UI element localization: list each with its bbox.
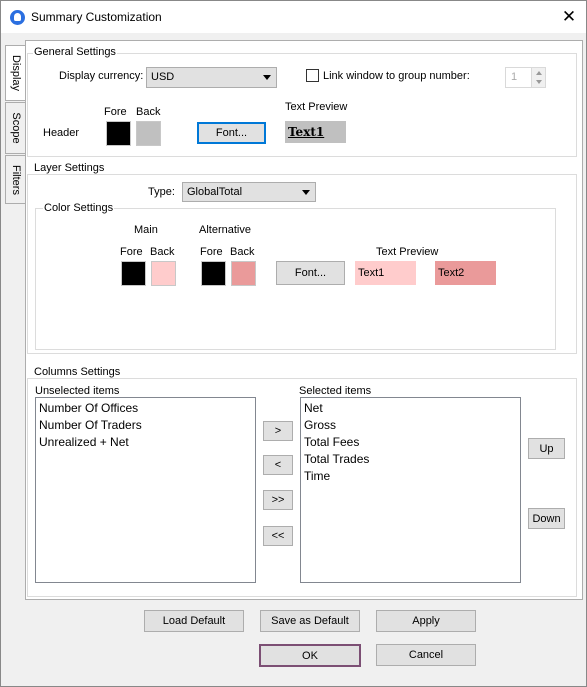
main-fore-label: Fore: [120, 246, 143, 258]
spin-down-icon[interactable]: [531, 77, 545, 87]
alt-back-swatch[interactable]: [231, 261, 256, 286]
group-number-value: 1: [511, 71, 518, 83]
tab-filters-label: Filters: [9, 164, 22, 195]
type-value: GlobalTotal: [187, 186, 243, 198]
move-all-left-button[interactable]: <<: [263, 526, 293, 546]
move-up-button[interactable]: Up: [528, 438, 565, 459]
general-text-preview-label: Text Preview: [285, 101, 348, 113]
type-select[interactable]: GlobalTotal: [182, 182, 316, 202]
type-label: Type:: [148, 186, 175, 198]
save-as-default-button[interactable]: Save as Default: [260, 610, 360, 632]
general-settings-label: General Settings: [33, 46, 117, 58]
main-label: Main: [134, 224, 158, 236]
main-back-swatch[interactable]: [151, 261, 176, 286]
header-back-swatch[interactable]: [136, 121, 161, 146]
currency-label: Display currency:: [59, 70, 144, 82]
link-window-checkbox[interactable]: [306, 69, 319, 82]
list-item[interactable]: Unrealized + Net: [39, 434, 252, 451]
list-item[interactable]: Total Trades: [304, 451, 517, 468]
list-item[interactable]: Gross: [304, 417, 517, 434]
dialog-window: Summary Customization ✕ Display Scope Fi…: [0, 0, 587, 687]
general-back-label: Back: [136, 106, 161, 118]
link-window-label: Link window to group number:: [323, 70, 470, 82]
app-icon: [10, 10, 25, 25]
title-bar: Summary Customization ✕: [1, 1, 586, 33]
unselected-items-list[interactable]: Number Of Offices Number Of Traders Unreal…: [35, 397, 256, 583]
list-item[interactable]: Number Of Offices: [39, 400, 252, 417]
move-all-right-button[interactable]: >>: [263, 490, 293, 510]
group-number-spinner[interactable]: 1: [505, 67, 546, 88]
layer-font-button[interactable]: Font...: [276, 261, 345, 285]
currency-value: USD: [151, 71, 175, 83]
close-icon[interactable]: ✕: [559, 7, 579, 27]
list-item[interactable]: Time: [304, 468, 517, 485]
main-back-label: Back: [150, 246, 175, 258]
layer-settings-label: Layer Settings: [33, 162, 106, 174]
window-title: Summary Customization: [31, 10, 162, 24]
general-fore-label: Fore: [104, 106, 127, 118]
tab-scope-label: Scope: [9, 112, 22, 144]
move-right-button[interactable]: >: [263, 421, 293, 441]
display-panel: General Settings Display currency: USD L…: [25, 40, 583, 600]
header-font-button[interactable]: Font...: [197, 122, 266, 144]
tab-display-label: Display: [10, 54, 22, 92]
layer-text-preview-1: Text1: [355, 261, 416, 285]
chevron-down-icon: [302, 190, 310, 195]
alt-fore-label: Fore: [200, 246, 223, 258]
alt-back-label: Back: [230, 246, 255, 258]
alternative-label: Alternative: [199, 224, 251, 236]
ok-button[interactable]: OK: [259, 644, 361, 667]
header-fore-swatch[interactable]: [106, 121, 131, 146]
unselected-items-label: Unselected items: [35, 385, 120, 397]
tab-scope[interactable]: Scope: [5, 102, 26, 154]
columns-settings-label: Columns Settings: [33, 366, 122, 378]
layer-text-preview-label: Text Preview: [376, 246, 439, 258]
main-fore-swatch[interactable]: [121, 261, 146, 286]
layer-text-preview-2: Text2: [435, 261, 496, 285]
list-item[interactable]: Net: [304, 400, 517, 417]
move-left-button[interactable]: <: [263, 455, 293, 475]
apply-button[interactable]: Apply: [376, 610, 476, 632]
tab-filters[interactable]: Filters: [5, 155, 26, 204]
color-settings-label: Color Settings: [43, 202, 115, 214]
selected-items-list[interactable]: Net Gross Total Fees Total Trades Time: [300, 397, 521, 583]
chevron-down-icon: [263, 75, 271, 80]
header-text-preview: Text1: [285, 121, 346, 143]
selected-items-label: Selected items: [299, 385, 372, 397]
alt-fore-swatch[interactable]: [201, 261, 226, 286]
list-item[interactable]: Total Fees: [304, 434, 517, 451]
cancel-button[interactable]: Cancel: [376, 644, 476, 666]
tab-display[interactable]: Display: [5, 45, 26, 101]
load-default-button[interactable]: Load Default: [144, 610, 244, 632]
list-item[interactable]: Number Of Traders: [39, 417, 252, 434]
header-label: Header: [43, 127, 80, 139]
move-down-button[interactable]: Down: [528, 508, 565, 529]
currency-select[interactable]: USD: [146, 67, 277, 88]
